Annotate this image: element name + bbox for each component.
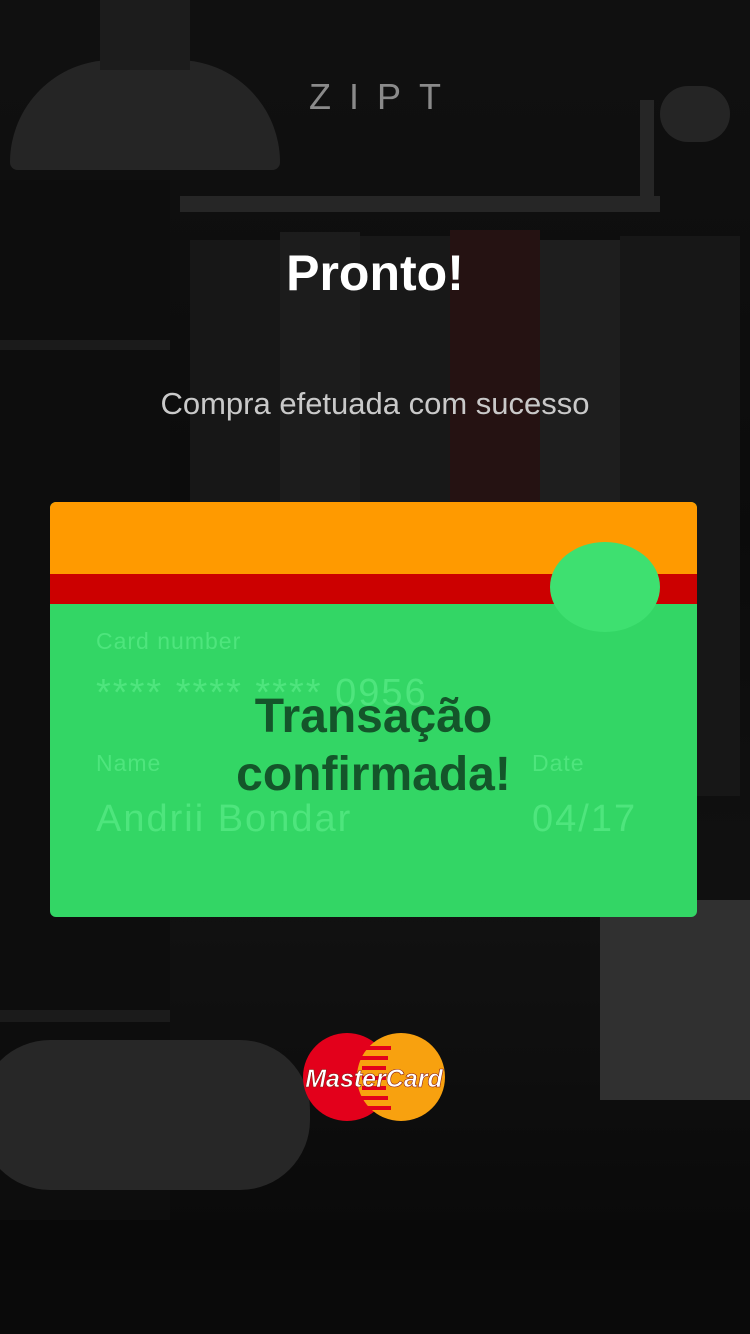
brand-logo: ZIPT [309,76,459,117]
confirm-line-1: Transação [254,690,493,743]
page-subtitle: Compra efetuada com sucesso [160,386,590,421]
confirm-line-2: confirmada! [236,748,511,801]
mastercard-logo: MasterCard [300,1032,448,1122]
page-title: Pronto! [286,245,464,301]
card-holder-name: Andrii Bondar [96,798,353,840]
card-expiry-date: 04/17 [532,798,638,840]
card-number-label: Card number [96,628,242,654]
payment-card: Card number **** **** **** 0956 Name Dat… [50,502,697,917]
card-issuer-logo-ghost [550,542,660,632]
transaction-confirmed-message: Transação confirmada! [50,688,697,804]
mastercard-wordmark: MasterCard [305,1065,443,1093]
